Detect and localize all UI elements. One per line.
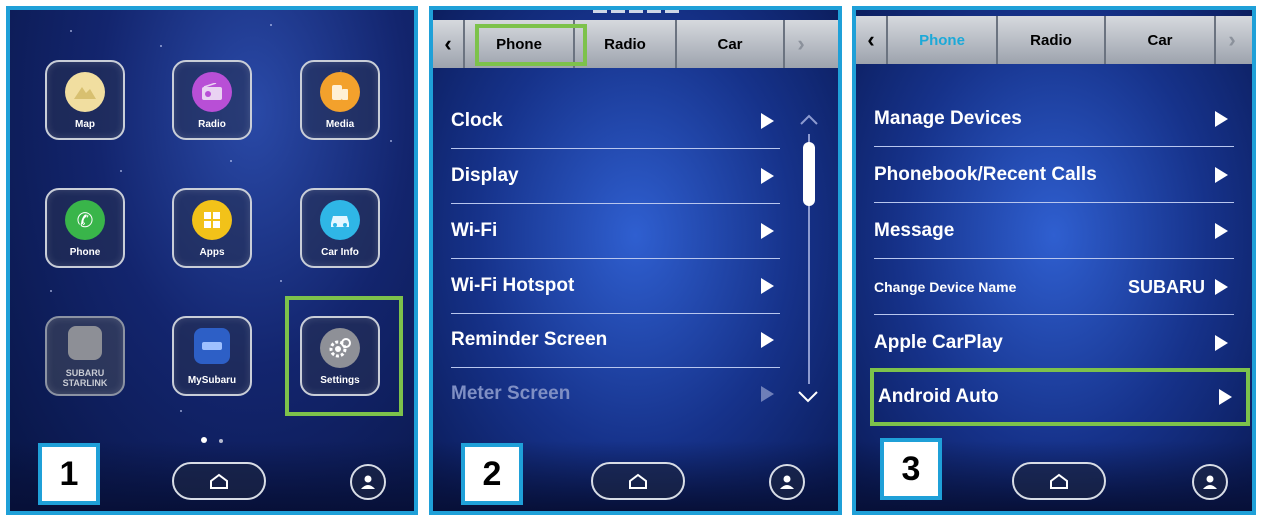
chevron-right-icon: › — [797, 31, 805, 56]
chevron-left-icon: ‹ — [444, 31, 452, 56]
radio-icon — [192, 72, 232, 112]
step-number: 1 — [38, 443, 100, 505]
tab-bar: ‹ Phone Radio Car › — [856, 16, 1252, 64]
scroll-up-icon[interactable] — [799, 114, 819, 126]
app-car-info[interactable]: Car Info — [300, 188, 380, 268]
menu-row-wifi-hotspot[interactable]: Wi-Fi Hotspot — [451, 259, 780, 314]
tab-forward-button[interactable]: › — [1216, 16, 1248, 64]
highlight-settings — [285, 296, 403, 416]
menu-row-manage-devices[interactable]: Manage Devices — [874, 92, 1234, 147]
row-label: Reminder Screen — [451, 329, 608, 350]
app-radio[interactable]: Radio — [172, 60, 252, 140]
scroll-down-icon[interactable] — [797, 390, 819, 404]
row-label: Phonebook/Recent Calls — [874, 164, 1097, 185]
row-label: Clock — [451, 110, 503, 131]
tab-back-button[interactable]: ‹ — [856, 16, 888, 64]
home-icon — [629, 473, 647, 489]
car-info-icon — [320, 200, 360, 240]
menu-row-display[interactable]: Display — [451, 149, 780, 204]
chevron-left-icon: ‹ — [867, 27, 875, 52]
menu-row-change-device-name[interactable]: Change Device Name SUBARU — [874, 260, 1234, 315]
tab-forward-button[interactable]: › — [785, 20, 817, 68]
home-button[interactable] — [172, 462, 266, 500]
user-icon — [361, 475, 375, 489]
app-label: SUBARU STARLINK — [62, 368, 108, 388]
step-number: 3 — [880, 438, 942, 500]
play-arrow-icon — [1215, 111, 1228, 127]
play-arrow-icon — [1215, 167, 1228, 183]
menu-row-reminder-screen[interactable]: Reminder Screen — [451, 313, 780, 368]
row-label: Message — [874, 220, 955, 241]
tab-phone[interactable]: Phone — [888, 16, 998, 64]
home-button[interactable] — [1012, 462, 1106, 500]
map-icon — [65, 72, 105, 112]
profile-button[interactable] — [350, 464, 386, 500]
app-label: Car Info — [321, 247, 359, 258]
highlight-phone-tab — [475, 24, 587, 66]
row-label: Apple CarPlay — [874, 332, 1003, 353]
row-label: Wi-Fi Hotspot — [451, 275, 575, 296]
media-icon — [320, 72, 360, 112]
play-arrow-icon — [1215, 223, 1228, 239]
step-number: 2 — [461, 443, 523, 505]
play-arrow-icon — [761, 278, 774, 294]
starlink-icon — [68, 326, 102, 360]
tab-back-button[interactable]: ‹ — [433, 20, 465, 68]
play-arrow-icon — [761, 168, 774, 184]
highlight-android-auto — [870, 368, 1250, 426]
app-label: Phone — [69, 247, 101, 258]
tab-car[interactable]: Car — [677, 20, 785, 68]
row-label: Manage Devices — [874, 108, 1022, 129]
phone-icon: ✆ — [65, 200, 105, 240]
app-mysubaru[interactable]: MySubaru — [172, 316, 252, 396]
app-phone[interactable]: ✆ Phone — [45, 188, 125, 268]
play-arrow-icon — [1215, 279, 1228, 295]
menu-row-wifi[interactable]: Wi-Fi — [451, 204, 780, 259]
scroll-thumb[interactable] — [803, 142, 815, 206]
device-name-value: SUBARU — [1127, 276, 1205, 297]
row-label: Display — [451, 165, 519, 186]
panel-settings-menu: ‹ Phone Radio Car › Clock Display Wi-Fi … — [429, 6, 842, 515]
app-media[interactable]: Media — [300, 60, 380, 140]
mysubaru-icon — [194, 328, 230, 364]
menu-row-apple-carplay[interactable]: Apple CarPlay — [874, 316, 1234, 371]
play-arrow-icon — [761, 332, 774, 348]
app-subaru-starlink[interactable]: SUBARU STARLINK — [45, 316, 125, 396]
tab-car[interactable]: Car — [1106, 16, 1216, 64]
play-arrow-icon — [761, 113, 774, 129]
app-label: MySubaru — [187, 375, 237, 386]
tab-radio[interactable]: Radio — [998, 16, 1106, 64]
home-icon — [210, 473, 228, 489]
app-apps[interactable]: Apps — [172, 188, 252, 268]
play-arrow-icon — [761, 386, 774, 402]
row-label: Wi-Fi — [451, 220, 498, 241]
user-icon — [780, 475, 794, 489]
menu-row-phonebook[interactable]: Phonebook/Recent Calls — [874, 148, 1234, 203]
play-arrow-icon — [1215, 335, 1228, 351]
user-icon — [1203, 475, 1217, 489]
app-map[interactable]: Map — [45, 60, 125, 140]
home-icon — [1050, 473, 1068, 489]
menu-row-message[interactable]: Message — [874, 204, 1234, 259]
app-label: Radio — [198, 119, 226, 130]
menu-row-clock[interactable]: Clock — [451, 94, 780, 149]
row-label: Meter Screen — [451, 383, 571, 404]
app-label: Media — [325, 119, 355, 130]
home-button[interactable] — [591, 462, 685, 500]
apps-icon — [192, 200, 232, 240]
app-label: Apps — [199, 247, 225, 258]
menu-row-meter-screen[interactable]: Meter Screen — [451, 367, 780, 421]
profile-button[interactable] — [1192, 464, 1228, 500]
page-dash-indicator — [593, 10, 679, 13]
row-label: Change Device Name — [874, 279, 1017, 295]
panel-home-screen: Map Radio Media ✆ Phone Apps Car Info SU… — [6, 6, 418, 515]
app-label: Map — [75, 119, 95, 130]
chevron-right-icon: › — [1228, 27, 1236, 52]
play-arrow-icon — [761, 223, 774, 239]
tab-radio[interactable]: Radio — [575, 20, 677, 68]
panel-phone-settings: ‹ Phone Radio Car › Manage Devices Phone… — [852, 6, 1256, 515]
profile-button[interactable] — [769, 464, 805, 500]
